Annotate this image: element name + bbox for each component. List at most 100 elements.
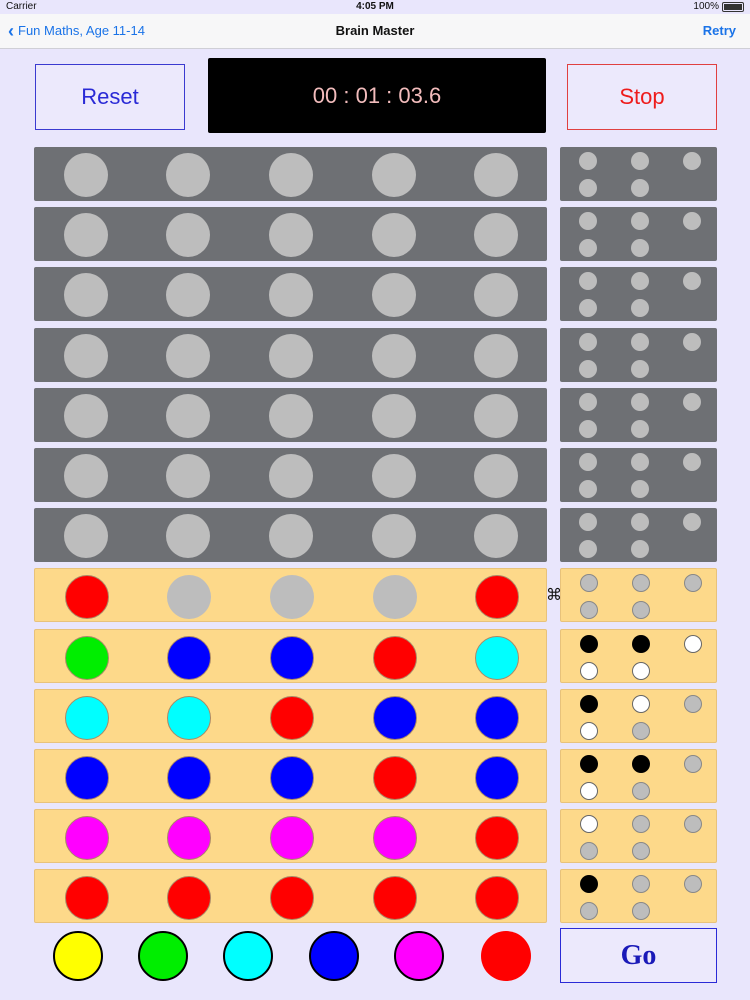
empty-guess-row	[34, 448, 547, 502]
peg-slot[interactable]	[474, 514, 518, 558]
battery-percent: 100%	[693, 1, 719, 12]
feedback-peg	[580, 601, 598, 619]
peg-slot[interactable]	[474, 454, 518, 498]
peg-slot[interactable]	[372, 394, 416, 438]
peg-slot[interactable]	[65, 696, 109, 740]
stop-button[interactable]: Stop	[567, 64, 717, 130]
peg-slot[interactable]	[65, 756, 109, 800]
peg-slot[interactable]	[373, 575, 417, 619]
peg-slot[interactable]	[372, 514, 416, 558]
peg-slot[interactable]	[372, 334, 416, 378]
peg-slot[interactable]	[166, 394, 210, 438]
peg-slot[interactable]	[64, 334, 108, 378]
feedback-peg	[632, 662, 650, 680]
feedback-peg	[580, 842, 598, 860]
peg-slot[interactable]	[65, 636, 109, 680]
peg-slot[interactable]	[269, 514, 313, 558]
feedback-peg	[683, 212, 701, 230]
battery-indicator: 100%	[693, 1, 744, 12]
peg-slot[interactable]	[167, 696, 211, 740]
feedback-peg	[580, 815, 598, 833]
palette-color-green[interactable]	[138, 931, 188, 981]
peg-slot[interactable]	[373, 876, 417, 920]
palette-color-cyan[interactable]	[223, 931, 273, 981]
peg-slot[interactable]	[270, 575, 314, 619]
peg-slot[interactable]	[167, 575, 211, 619]
peg-slot[interactable]	[475, 575, 519, 619]
peg-slot[interactable]	[373, 636, 417, 680]
peg-slot[interactable]	[474, 334, 518, 378]
peg-slot[interactable]	[65, 575, 109, 619]
peg-slot[interactable]	[270, 696, 314, 740]
peg-slot[interactable]	[372, 213, 416, 257]
peg-slot[interactable]	[269, 273, 313, 317]
feedback-box	[560, 869, 717, 923]
feedback-peg	[631, 453, 649, 471]
feedback-peg	[631, 272, 649, 290]
feedback-peg	[684, 574, 702, 592]
peg-slot[interactable]	[372, 454, 416, 498]
feedback-peg	[632, 815, 650, 833]
peg-slot[interactable]	[270, 816, 314, 860]
peg-slot[interactable]	[372, 273, 416, 317]
palette-color-yellow[interactable]	[53, 931, 103, 981]
peg-slot[interactable]	[167, 876, 211, 920]
peg-slot[interactable]	[474, 153, 518, 197]
palette-color-magenta[interactable]	[394, 931, 444, 981]
peg-slot[interactable]	[474, 394, 518, 438]
peg-slot[interactable]	[475, 816, 519, 860]
peg-slot[interactable]	[167, 636, 211, 680]
palette-color-blue[interactable]	[309, 931, 359, 981]
feedback-peg	[631, 540, 649, 558]
peg-slot[interactable]	[475, 696, 519, 740]
peg-slot[interactable]	[270, 756, 314, 800]
peg-slot[interactable]	[167, 756, 211, 800]
peg-slot[interactable]	[166, 454, 210, 498]
peg-slot[interactable]	[270, 636, 314, 680]
peg-slot[interactable]	[373, 756, 417, 800]
peg-slot[interactable]	[474, 273, 518, 317]
peg-slot[interactable]	[373, 696, 417, 740]
peg-slot[interactable]	[65, 816, 109, 860]
peg-slot[interactable]	[475, 756, 519, 800]
peg-slot[interactable]	[64, 273, 108, 317]
peg-slot[interactable]	[166, 273, 210, 317]
retry-button[interactable]: Retry	[703, 23, 736, 38]
peg-slot[interactable]	[167, 816, 211, 860]
peg-slot[interactable]	[269, 153, 313, 197]
peg-slot[interactable]	[64, 394, 108, 438]
palette-color-red[interactable]	[481, 931, 531, 981]
reset-button[interactable]: Reset	[35, 64, 185, 130]
peg-slot[interactable]	[166, 213, 210, 257]
peg-slot[interactable]	[373, 816, 417, 860]
go-button[interactable]: Go	[560, 928, 717, 983]
feedback-peg	[579, 333, 597, 351]
cursor-glyph: ⌘	[546, 587, 562, 604]
peg-slot[interactable]	[372, 153, 416, 197]
peg-slot[interactable]	[65, 876, 109, 920]
peg-slot[interactable]	[269, 213, 313, 257]
feedback-box	[560, 689, 717, 743]
peg-slot[interactable]	[475, 876, 519, 920]
navigation-bar: ‹ Fun Maths, Age 11-14 Brain Master Retr…	[0, 14, 750, 49]
peg-slot[interactable]	[269, 394, 313, 438]
peg-slot[interactable]	[269, 454, 313, 498]
peg-slot[interactable]	[269, 334, 313, 378]
feedback-peg	[684, 755, 702, 773]
guess-row	[34, 689, 547, 743]
peg-slot[interactable]	[64, 514, 108, 558]
feedback-box	[560, 207, 717, 261]
feedback-peg	[683, 272, 701, 290]
peg-slot[interactable]	[270, 876, 314, 920]
peg-slot[interactable]	[166, 153, 210, 197]
feedback-peg	[579, 179, 597, 197]
peg-slot[interactable]	[475, 636, 519, 680]
feedback-box	[560, 267, 717, 321]
peg-slot[interactable]	[64, 213, 108, 257]
peg-slot[interactable]	[64, 454, 108, 498]
peg-slot[interactable]	[64, 153, 108, 197]
peg-slot[interactable]	[166, 514, 210, 558]
feedback-peg	[579, 420, 597, 438]
peg-slot[interactable]	[474, 213, 518, 257]
peg-slot[interactable]	[166, 334, 210, 378]
